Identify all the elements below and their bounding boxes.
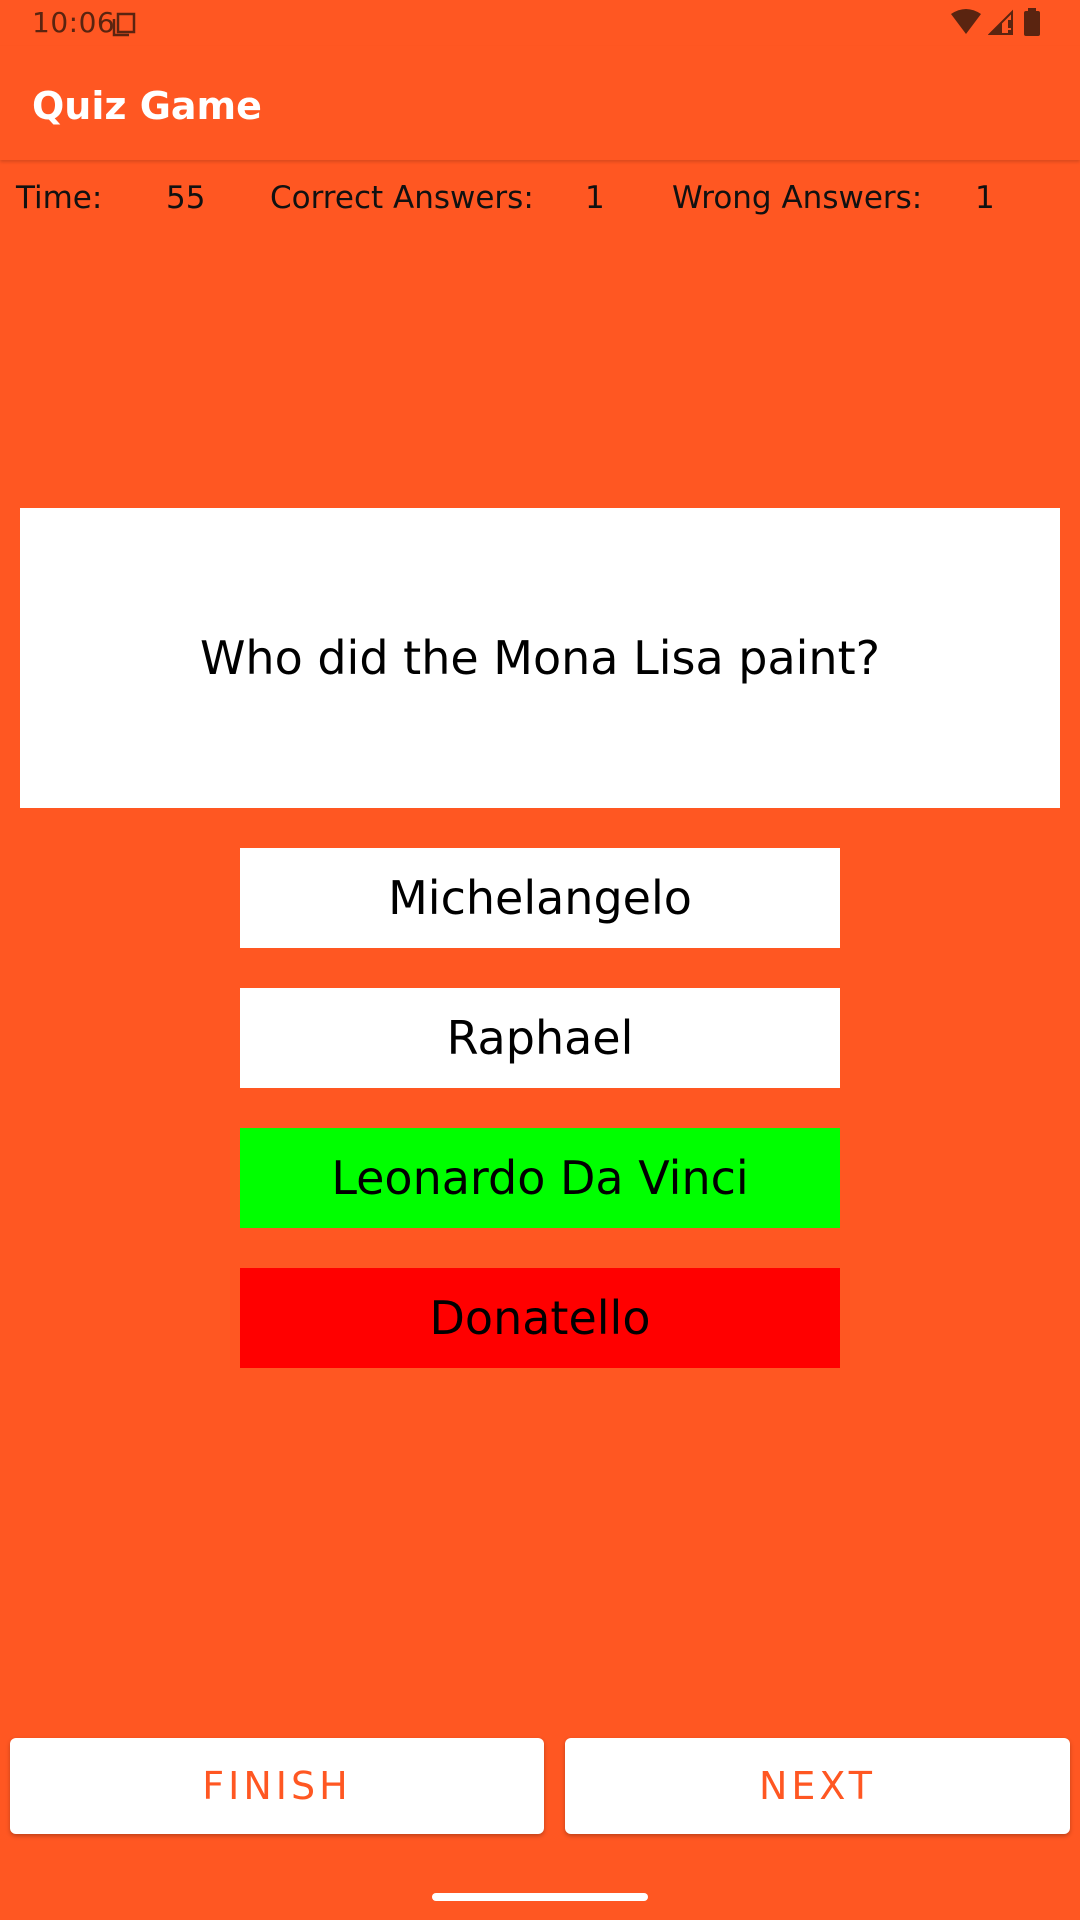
status-icons	[950, 7, 1042, 42]
answer-label: Leonardo Da Vinci	[331, 1151, 749, 1205]
app-bar: Quiz Game	[0, 46, 1080, 160]
answer-label: Raphael	[446, 1011, 634, 1065]
answer-option-1[interactable]: Michelangelo	[240, 848, 840, 948]
next-button[interactable]: NEXT	[565, 1738, 1070, 1834]
question-card: Who did the Mona Lisa paint?	[20, 508, 1060, 808]
answer-label: Michelangelo	[388, 871, 692, 925]
wrong-answers-label: Wrong Answers:	[672, 180, 923, 216]
correct-answers-label: Correct Answers:	[270, 180, 534, 216]
time-value: 55	[166, 180, 206, 216]
finish-button-label: FINISH	[202, 1764, 352, 1808]
signal-icon	[987, 8, 1016, 41]
wrong-answers-value: 1	[975, 180, 995, 216]
time-label: Time:	[16, 180, 103, 216]
wifi-icon	[950, 8, 982, 41]
status-bar: 10:06	[0, 0, 1080, 47]
answer-option-2[interactable]: Raphael	[240, 988, 840, 1088]
screenshot-icon	[110, 10, 138, 38]
gesture-nav-handle[interactable]	[432, 1893, 648, 1901]
answer-label: Donatello	[429, 1291, 651, 1345]
finish-button[interactable]: FINISH	[10, 1738, 544, 1834]
correct-answers-value: 1	[585, 180, 605, 216]
app-title: Quiz Game	[32, 84, 262, 128]
status-time: 10:06	[32, 6, 116, 39]
answer-option-4-wrong[interactable]: Donatello	[240, 1268, 840, 1368]
quiz-screen: 10:06 Quiz Game Time: 55 Correct Answers…	[0, 0, 1080, 1920]
battery-icon	[1022, 7, 1042, 42]
question-text: Who did the Mona Lisa paint?	[199, 631, 881, 685]
next-button-label: NEXT	[758, 1764, 876, 1808]
answer-option-3-correct[interactable]: Leonardo Da Vinci	[240, 1128, 840, 1228]
